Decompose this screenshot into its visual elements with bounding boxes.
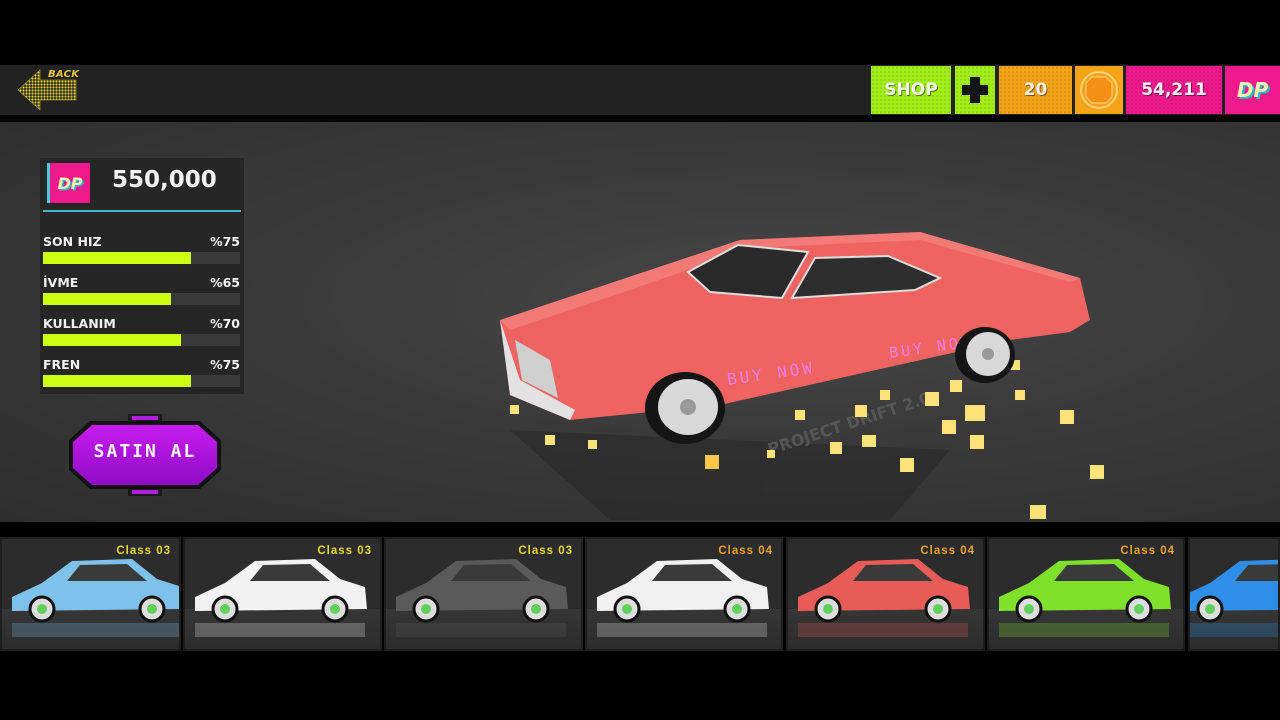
add-currency-button[interactable] — [955, 66, 995, 114]
stat-value: %65 — [210, 275, 240, 290]
car-class-label: Class 04 — [718, 545, 773, 557]
car-carousel: Class 03 Class 03 Class 03 Class 04 Clas… — [0, 537, 1280, 651]
stat-label: KULLANIM — [43, 316, 116, 331]
car-thumbnail-hub — [421, 604, 431, 614]
car-thumbnail-hub — [622, 604, 632, 614]
car-card[interactable]: Class 04 — [786, 537, 985, 651]
coin-balance: 20 — [999, 66, 1072, 114]
car-card[interactable]: Class 03 — [384, 537, 583, 651]
carousel-divider — [0, 522, 1280, 537]
stat-bar-fill — [43, 252, 191, 264]
car-thumbnail-hub — [933, 604, 943, 614]
plus-icon — [962, 77, 988, 103]
car-body — [500, 232, 1090, 420]
car-thumbnail-hub — [147, 604, 157, 614]
stat-bar — [43, 375, 240, 387]
car-thumbnail-hub — [1134, 604, 1144, 614]
stat-label: FREN — [43, 357, 81, 372]
dp-icon: DP — [57, 173, 83, 193]
wheel-rear — [955, 327, 1015, 383]
stat-label: İVME — [43, 275, 79, 290]
car-thumbnail-hub — [732, 604, 742, 614]
buy-button-label: SATIN AL — [93, 441, 197, 462]
car-card[interactable]: Class 04 — [585, 537, 783, 651]
car-card[interactable] — [1188, 537, 1280, 651]
stat-bar — [43, 252, 240, 264]
stat-bar-fill — [43, 334, 181, 346]
stat-value: %70 — [210, 316, 240, 331]
stat-bar-fill — [43, 375, 191, 387]
stat-bar — [43, 334, 240, 346]
stat-bar — [43, 293, 240, 305]
dp-icon: DP — [1236, 78, 1269, 102]
car-class-label: Class 04 — [920, 545, 975, 557]
car-thumbnail-hub — [823, 604, 833, 614]
dp-balance: 54,211 — [1126, 66, 1222, 114]
top-bar-divider — [0, 115, 1280, 122]
car-thumbnail-hub — [37, 604, 47, 614]
stat-value: %75 — [210, 234, 240, 249]
car-thumbnail-hub — [1205, 604, 1215, 614]
car-price: 550,000 — [112, 167, 217, 193]
shop-button[interactable]: SHOP — [871, 66, 951, 114]
stat-label: SON HIZ — [43, 234, 102, 249]
coin-icon-box — [1075, 66, 1123, 114]
price-currency-icon: DP — [47, 163, 90, 203]
price-divider — [43, 210, 241, 212]
car-class-label: Class 03 — [518, 545, 573, 557]
car-class-label: Class 03 — [317, 545, 372, 557]
shop-label: SHOP — [884, 80, 938, 100]
car-class-label: Class 03 — [116, 545, 171, 557]
stat-value: %75 — [210, 357, 240, 372]
car-thumbnail-hub — [330, 604, 340, 614]
car-thumbnail-reflection — [798, 623, 968, 637]
stat-bar-fill — [43, 293, 172, 305]
wheel-front — [645, 372, 725, 444]
car-thumbnail-hub — [1024, 604, 1034, 614]
featured-car[interactable]: PROJECT DRIFT 2.0 BUY NOW BUY NOW — [470, 220, 1110, 520]
car-thumbnail-reflection — [12, 623, 179, 637]
dp-icon-box: DP — [1225, 66, 1280, 114]
car-thumbnail-reflection — [1190, 623, 1278, 637]
car-thumbnail-reflection — [597, 623, 767, 637]
car-thumbnail-reflection — [396, 623, 566, 637]
car-thumbnail-hub — [220, 604, 230, 614]
car-thumbnail-reflection — [195, 623, 365, 637]
coin-count: 20 — [1023, 80, 1048, 100]
car-card[interactable]: Class 03 — [183, 537, 382, 651]
car-class-label: Class 04 — [1120, 545, 1175, 557]
car-card[interactable]: Class 03 — [0, 537, 181, 651]
car-card[interactable]: Class 04 — [987, 537, 1185, 651]
back-label: BACK — [48, 69, 80, 80]
car-stats-panel: DP 550,000 SON HIZ %75 İVME %65 KULLANIM… — [40, 158, 244, 394]
coin-icon — [1080, 71, 1118, 109]
car-thumbnail — [1190, 559, 1278, 637]
car-thumbnail-hub — [531, 604, 541, 614]
dp-balance-value: 54,211 — [1141, 80, 1207, 100]
car-thumbnail-reflection — [999, 623, 1169, 637]
